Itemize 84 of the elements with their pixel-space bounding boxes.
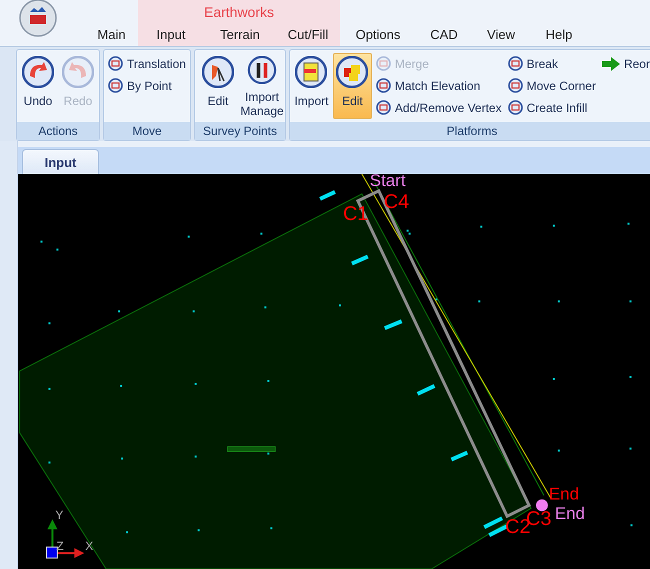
tick-mark [351, 254, 369, 266]
ribbon-button[interactable]: Import [292, 53, 331, 119]
cubes-icon [336, 56, 368, 88]
survey-point [558, 300, 560, 302]
tick-mark [483, 516, 504, 529]
survey-point [552, 378, 555, 380]
axis-label: Z [56, 539, 64, 554]
axis-label: X [85, 539, 94, 554]
ribbon-button[interactable]: Import Manage [241, 53, 283, 119]
ribbon-tab[interactable]: Input [138, 20, 204, 46]
tick-mark [384, 319, 402, 330]
scale-bar [227, 446, 276, 452]
ribbon-button[interactable]: Match Elevation [374, 75, 504, 96]
group-label: Move [104, 122, 190, 140]
ribbon-tab[interactable]: Main [85, 0, 138, 46]
point-label: Start [370, 174, 406, 190]
axis-label: Y [55, 508, 64, 522]
survey-point [270, 527, 272, 530]
arrow-icon [602, 56, 620, 70]
round-icon [508, 100, 523, 115]
curved-arrow-icon [22, 56, 54, 88]
survey-point [435, 298, 438, 300]
survey-point [558, 450, 560, 452]
point-label: C1 [342, 202, 368, 225]
survey-point [56, 248, 58, 251]
survey-point [194, 382, 197, 385]
group-label: Actions [17, 122, 99, 140]
ribbon-button[interactable]: Undo [19, 53, 57, 119]
round-icon [108, 78, 123, 93]
survey-point [118, 310, 120, 312]
group-label: Survey Points [195, 122, 285, 140]
survey-point [121, 458, 124, 460]
ribbon-button[interactable]: Edit [197, 53, 239, 119]
ribbon-tab[interactable]: View [472, 0, 530, 46]
survey-point [188, 236, 190, 238]
tick-mark [319, 190, 336, 201]
ribbon-tab[interactable]: Terrain [204, 20, 276, 46]
point-label: End [548, 484, 579, 504]
group-label: Platforms [290, 122, 650, 140]
document-icon [295, 56, 328, 88]
ribbon-button[interactable]: By Point [106, 75, 188, 96]
survey-point [48, 388, 50, 390]
survey-point [192, 310, 195, 312]
round-icon [376, 56, 391, 71]
context-group-label: Earthworks [202, 3, 276, 20]
ribbon-tab[interactable]: Help [530, 0, 588, 46]
survey-point [267, 380, 270, 382]
survey-point [480, 226, 482, 228]
axis-triad-drawing [46, 519, 84, 559]
survey-point [194, 456, 197, 458]
ribbon-tab[interactable]: Cut/Fill [276, 20, 340, 46]
point-label: C4 [384, 190, 410, 213]
ribbon-button[interactable]: Translation [106, 53, 188, 74]
ribbon-button[interactable]: Add/Remove Vertex [374, 97, 504, 118]
ribbon-button[interactable]: Move Corner [506, 75, 598, 96]
round-icon [108, 56, 123, 71]
ribbon-button[interactable]: Break [506, 53, 598, 74]
survey-point [40, 240, 42, 243]
app-logo-button[interactable] [18, 0, 58, 38]
survey-point [552, 224, 555, 227]
survey-point [198, 529, 200, 532]
survey-point [338, 304, 341, 306]
ribbon-button[interactable]: Reor [600, 53, 650, 74]
tick-mark [416, 384, 436, 396]
ribbon-tab[interactable]: CAD [416, 0, 472, 46]
survey-point [120, 384, 122, 387]
survey-point [264, 306, 266, 308]
end-marker [536, 499, 548, 512]
ribbon-tab[interactable]: Options [340, 0, 416, 46]
survey-point [260, 232, 262, 235]
round-icon [508, 78, 523, 93]
point-label: End [554, 504, 585, 524]
tick-mark [450, 450, 468, 462]
survey-point [478, 300, 480, 302]
survey-point [48, 322, 50, 324]
round-icon [508, 56, 523, 71]
ribbon-button[interactable]: Edit [332, 53, 372, 119]
survey-point [48, 462, 50, 464]
document-tab[interactable]: Input [22, 149, 99, 174]
survey-point [126, 531, 128, 534]
ribbon-button[interactable]: Create Infill [506, 97, 598, 118]
round-icon [376, 100, 391, 115]
curved-arrow-icon [62, 56, 94, 88]
round-icon [376, 78, 391, 93]
